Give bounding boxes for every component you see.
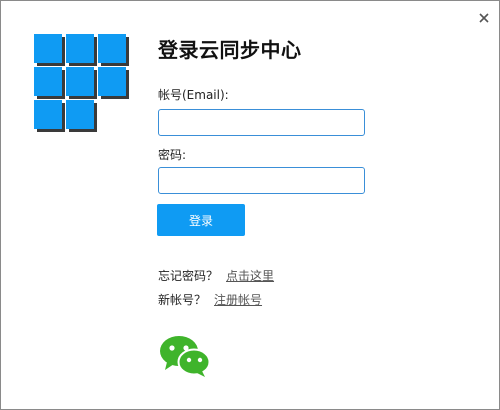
close-button[interactable] [473, 7, 495, 29]
app-logo-icon [34, 34, 130, 132]
new-account-row: 新帐号？ 注册帐号 [158, 291, 262, 308]
wechat-icon[interactable] [159, 334, 211, 378]
forgot-password-text: 忘记密码？ [158, 269, 219, 283]
forgot-password-row: 忘记密码？ 点击这里 [158, 267, 274, 284]
password-label: 密码: [158, 148, 187, 162]
password-field[interactable] [158, 167, 365, 194]
new-account-text: 新帐号？ [158, 293, 207, 307]
close-icon [479, 13, 489, 23]
forgot-password-link[interactable]: 点击这里 [226, 269, 274, 283]
account-label: 帐号(Email): [158, 88, 229, 102]
account-field[interactable] [158, 109, 365, 136]
register-link[interactable]: 注册帐号 [214, 293, 262, 307]
login-button[interactable]: 登录 [157, 204, 245, 236]
page-title: 登录云同步中心 [158, 38, 302, 62]
login-dialog: 登录云同步中心 帐号(Email): 密码: 登录 忘记密码？ 点击这里 新帐号？… [0, 0, 500, 410]
